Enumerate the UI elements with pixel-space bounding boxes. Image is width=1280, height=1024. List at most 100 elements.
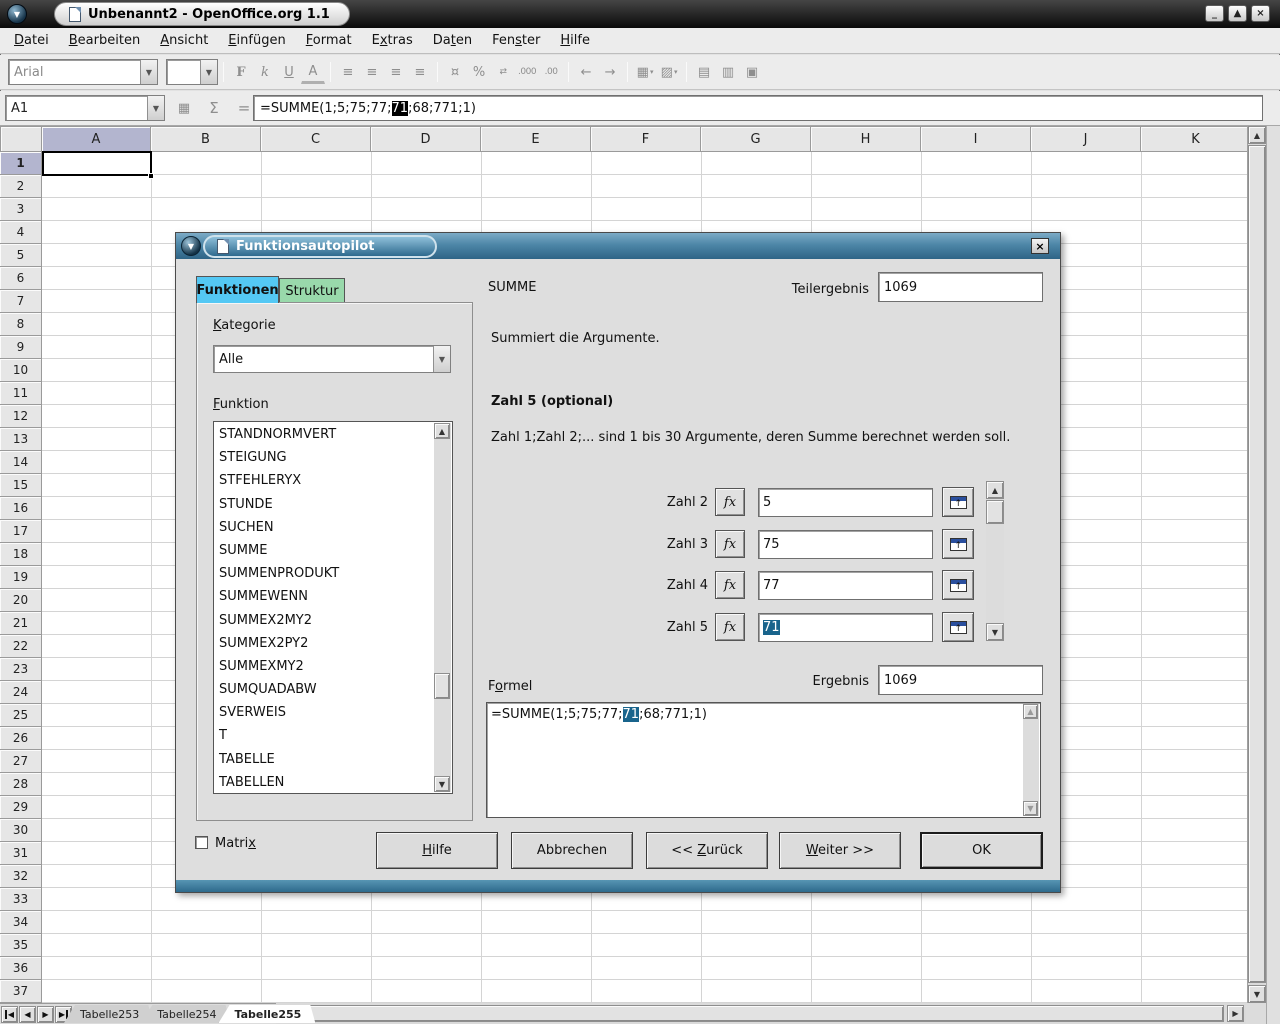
decrease-indent-icon[interactable]: ← — [574, 60, 598, 84]
menu-item-einfügen[interactable]: Einfügen — [218, 30, 295, 51]
arguments-scrollbar[interactable]: ▲ ▼ — [986, 481, 1004, 641]
row-header-29[interactable]: 29 — [0, 796, 42, 819]
function-list-item[interactable]: SUMMEWENN — [215, 585, 434, 608]
fx-button[interactable]: fx — [715, 613, 745, 641]
row-header-3[interactable]: 3 — [0, 198, 42, 221]
row-header-25[interactable]: 25 — [0, 704, 42, 727]
chevron-down-icon[interactable]: ▼ — [147, 96, 164, 120]
minimize-button[interactable]: _ — [1205, 5, 1224, 22]
chevron-down-icon[interactable]: ▼ — [200, 60, 217, 84]
row-header-13[interactable]: 13 — [0, 428, 42, 451]
function-list-item[interactable]: SUCHEN — [215, 516, 434, 539]
font-name-combo[interactable]: Arial ▼ — [8, 59, 158, 85]
scroll-down-button[interactable]: ▼ — [1023, 801, 1038, 816]
row-header-28[interactable]: 28 — [0, 773, 42, 796]
font-color-icon[interactable]: A — [301, 60, 325, 84]
row-header-34[interactable]: 34 — [0, 911, 42, 934]
column-header-F[interactable]: F — [591, 126, 701, 152]
formula-textarea[interactable]: =SUMME(1;5;75;77;71;68;771;1) ▲ ▼ — [486, 702, 1041, 818]
scroll-up-button[interactable]: ▲ — [1248, 126, 1266, 144]
horizontal-scroll-thumb[interactable] — [297, 1005, 1224, 1022]
scroll-up-button[interactable]: ▲ — [986, 481, 1004, 499]
italic-icon[interactable]: k — [253, 60, 277, 84]
row-header-35[interactable]: 35 — [0, 934, 42, 957]
row-header-14[interactable]: 14 — [0, 451, 42, 474]
function-list-item[interactable]: STUNDE — [215, 493, 434, 516]
column-width-icon[interactable]: ▥ — [716, 60, 740, 84]
function-list-item[interactable]: SUMMENPRODUKT — [215, 562, 434, 585]
arg-input-zahl-5[interactable]: 71 — [758, 613, 933, 642]
vertical-scrollbar[interactable]: ▲ ▼ — [1247, 126, 1266, 1003]
percent-format-icon[interactable]: % — [467, 60, 491, 84]
menu-item-hilfe[interactable]: Hilfe — [550, 30, 600, 51]
cell-reference-box[interactable]: A1 ▼ — [5, 95, 165, 121]
dialog-menu-button[interactable]: ▼ — [181, 236, 201, 256]
row-header-5[interactable]: 5 — [0, 244, 42, 267]
row-header-33[interactable]: 33 — [0, 888, 42, 911]
sheet-tab-tabelle255[interactable]: Tabelle255 — [219, 1005, 316, 1023]
bold-icon[interactable]: F — [229, 60, 253, 84]
formula-input[interactable]: =SUMME(1;5;75;77;71;68;771;1) — [253, 95, 1263, 121]
function-list-item[interactable]: TABELLEN — [215, 771, 434, 792]
shrink-button[interactable] — [942, 529, 974, 559]
align-justify-icon[interactable]: ≡ — [408, 60, 432, 84]
standard-format-icon[interactable]: ⇄ — [491, 60, 515, 84]
next-sheet-button[interactable]: ▶ — [37, 1006, 54, 1023]
row-header-26[interactable]: 26 — [0, 727, 42, 750]
column-header-H[interactable]: H — [811, 126, 921, 152]
column-header-D[interactable]: D — [371, 126, 481, 152]
cancel-button[interactable]: Abbrechen — [511, 832, 633, 869]
prev-sheet-button[interactable]: ◀ — [19, 1006, 36, 1023]
scroll-thumb[interactable] — [434, 673, 450, 699]
function-list-item[interactable]: SVERWEIS — [215, 701, 434, 724]
column-header-C[interactable]: C — [261, 126, 371, 152]
column-header-I[interactable]: I — [921, 126, 1031, 152]
row-header-1[interactable]: 1 — [0, 152, 42, 175]
column-header-E[interactable]: E — [481, 126, 591, 152]
horizontal-scrollbar[interactable]: ◀ ▶ — [276, 1003, 1246, 1024]
row-header-11[interactable]: 11 — [0, 382, 42, 405]
fx-button[interactable]: fx — [715, 530, 745, 558]
delete-decimal-icon[interactable]: .00 — [539, 60, 563, 84]
row-header-22[interactable]: 22 — [0, 635, 42, 658]
sheet-tab-tabelle254[interactable]: Tabelle254 — [141, 1005, 230, 1023]
menu-item-daten[interactable]: Daten — [423, 30, 482, 51]
function-list-item[interactable]: STFEHLERYX — [215, 469, 434, 492]
menu-item-format[interactable]: Format — [296, 30, 362, 51]
formula-scrollbar[interactable]: ▲ ▼ — [1023, 704, 1039, 816]
row-header-15[interactable]: 15 — [0, 474, 42, 497]
arg-input-zahl-4[interactable]: 77 — [758, 571, 933, 600]
underline-icon[interactable]: U — [277, 60, 301, 84]
menu-item-fenster[interactable]: Fenster — [482, 30, 550, 51]
row-header-6[interactable]: 6 — [0, 267, 42, 290]
function-list-item[interactable]: TABELLE — [215, 748, 434, 771]
row-header-4[interactable]: 4 — [0, 221, 42, 244]
row-header-23[interactable]: 23 — [0, 658, 42, 681]
align-center-icon[interactable]: ≡ — [360, 60, 384, 84]
row-header-19[interactable]: 19 — [0, 566, 42, 589]
scroll-down-button[interactable]: ▼ — [434, 776, 450, 792]
maximize-button[interactable]: ▲ — [1228, 5, 1247, 22]
menu-item-ansicht[interactable]: Ansicht — [150, 30, 218, 51]
function-list-item[interactable]: SUMMEX2MY2 — [215, 609, 434, 632]
menu-item-bearbeiten[interactable]: Bearbeiten — [59, 30, 151, 51]
row-header-37[interactable]: 37 — [0, 980, 42, 1003]
row-header-18[interactable]: 18 — [0, 543, 42, 566]
function-list-item[interactable]: SUMMEX2PY2 — [215, 632, 434, 655]
row-header-9[interactable]: 9 — [0, 336, 42, 359]
row-header-8[interactable]: 8 — [0, 313, 42, 336]
dialog-close-button[interactable]: × — [1031, 238, 1049, 254]
scroll-right-button[interactable]: ▶ — [1227, 1005, 1244, 1022]
row-header-36[interactable]: 36 — [0, 957, 42, 980]
row-header-12[interactable]: 12 — [0, 405, 42, 428]
scroll-down-button[interactable]: ▼ — [1248, 985, 1266, 1003]
shrink-button[interactable] — [942, 570, 974, 600]
scroll-up-button[interactable]: ▲ — [434, 423, 450, 439]
function-list-item[interactable]: SUMQUADABW — [215, 678, 434, 701]
scroll-thumb[interactable] — [986, 500, 1004, 524]
sum-icon[interactable]: Σ — [202, 96, 226, 120]
scroll-up-button[interactable]: ▲ — [1023, 704, 1038, 719]
tab-struktur[interactable]: Struktur — [279, 278, 345, 303]
matrix-checkbox[interactable] — [195, 836, 208, 849]
row-header-32[interactable]: 32 — [0, 865, 42, 888]
